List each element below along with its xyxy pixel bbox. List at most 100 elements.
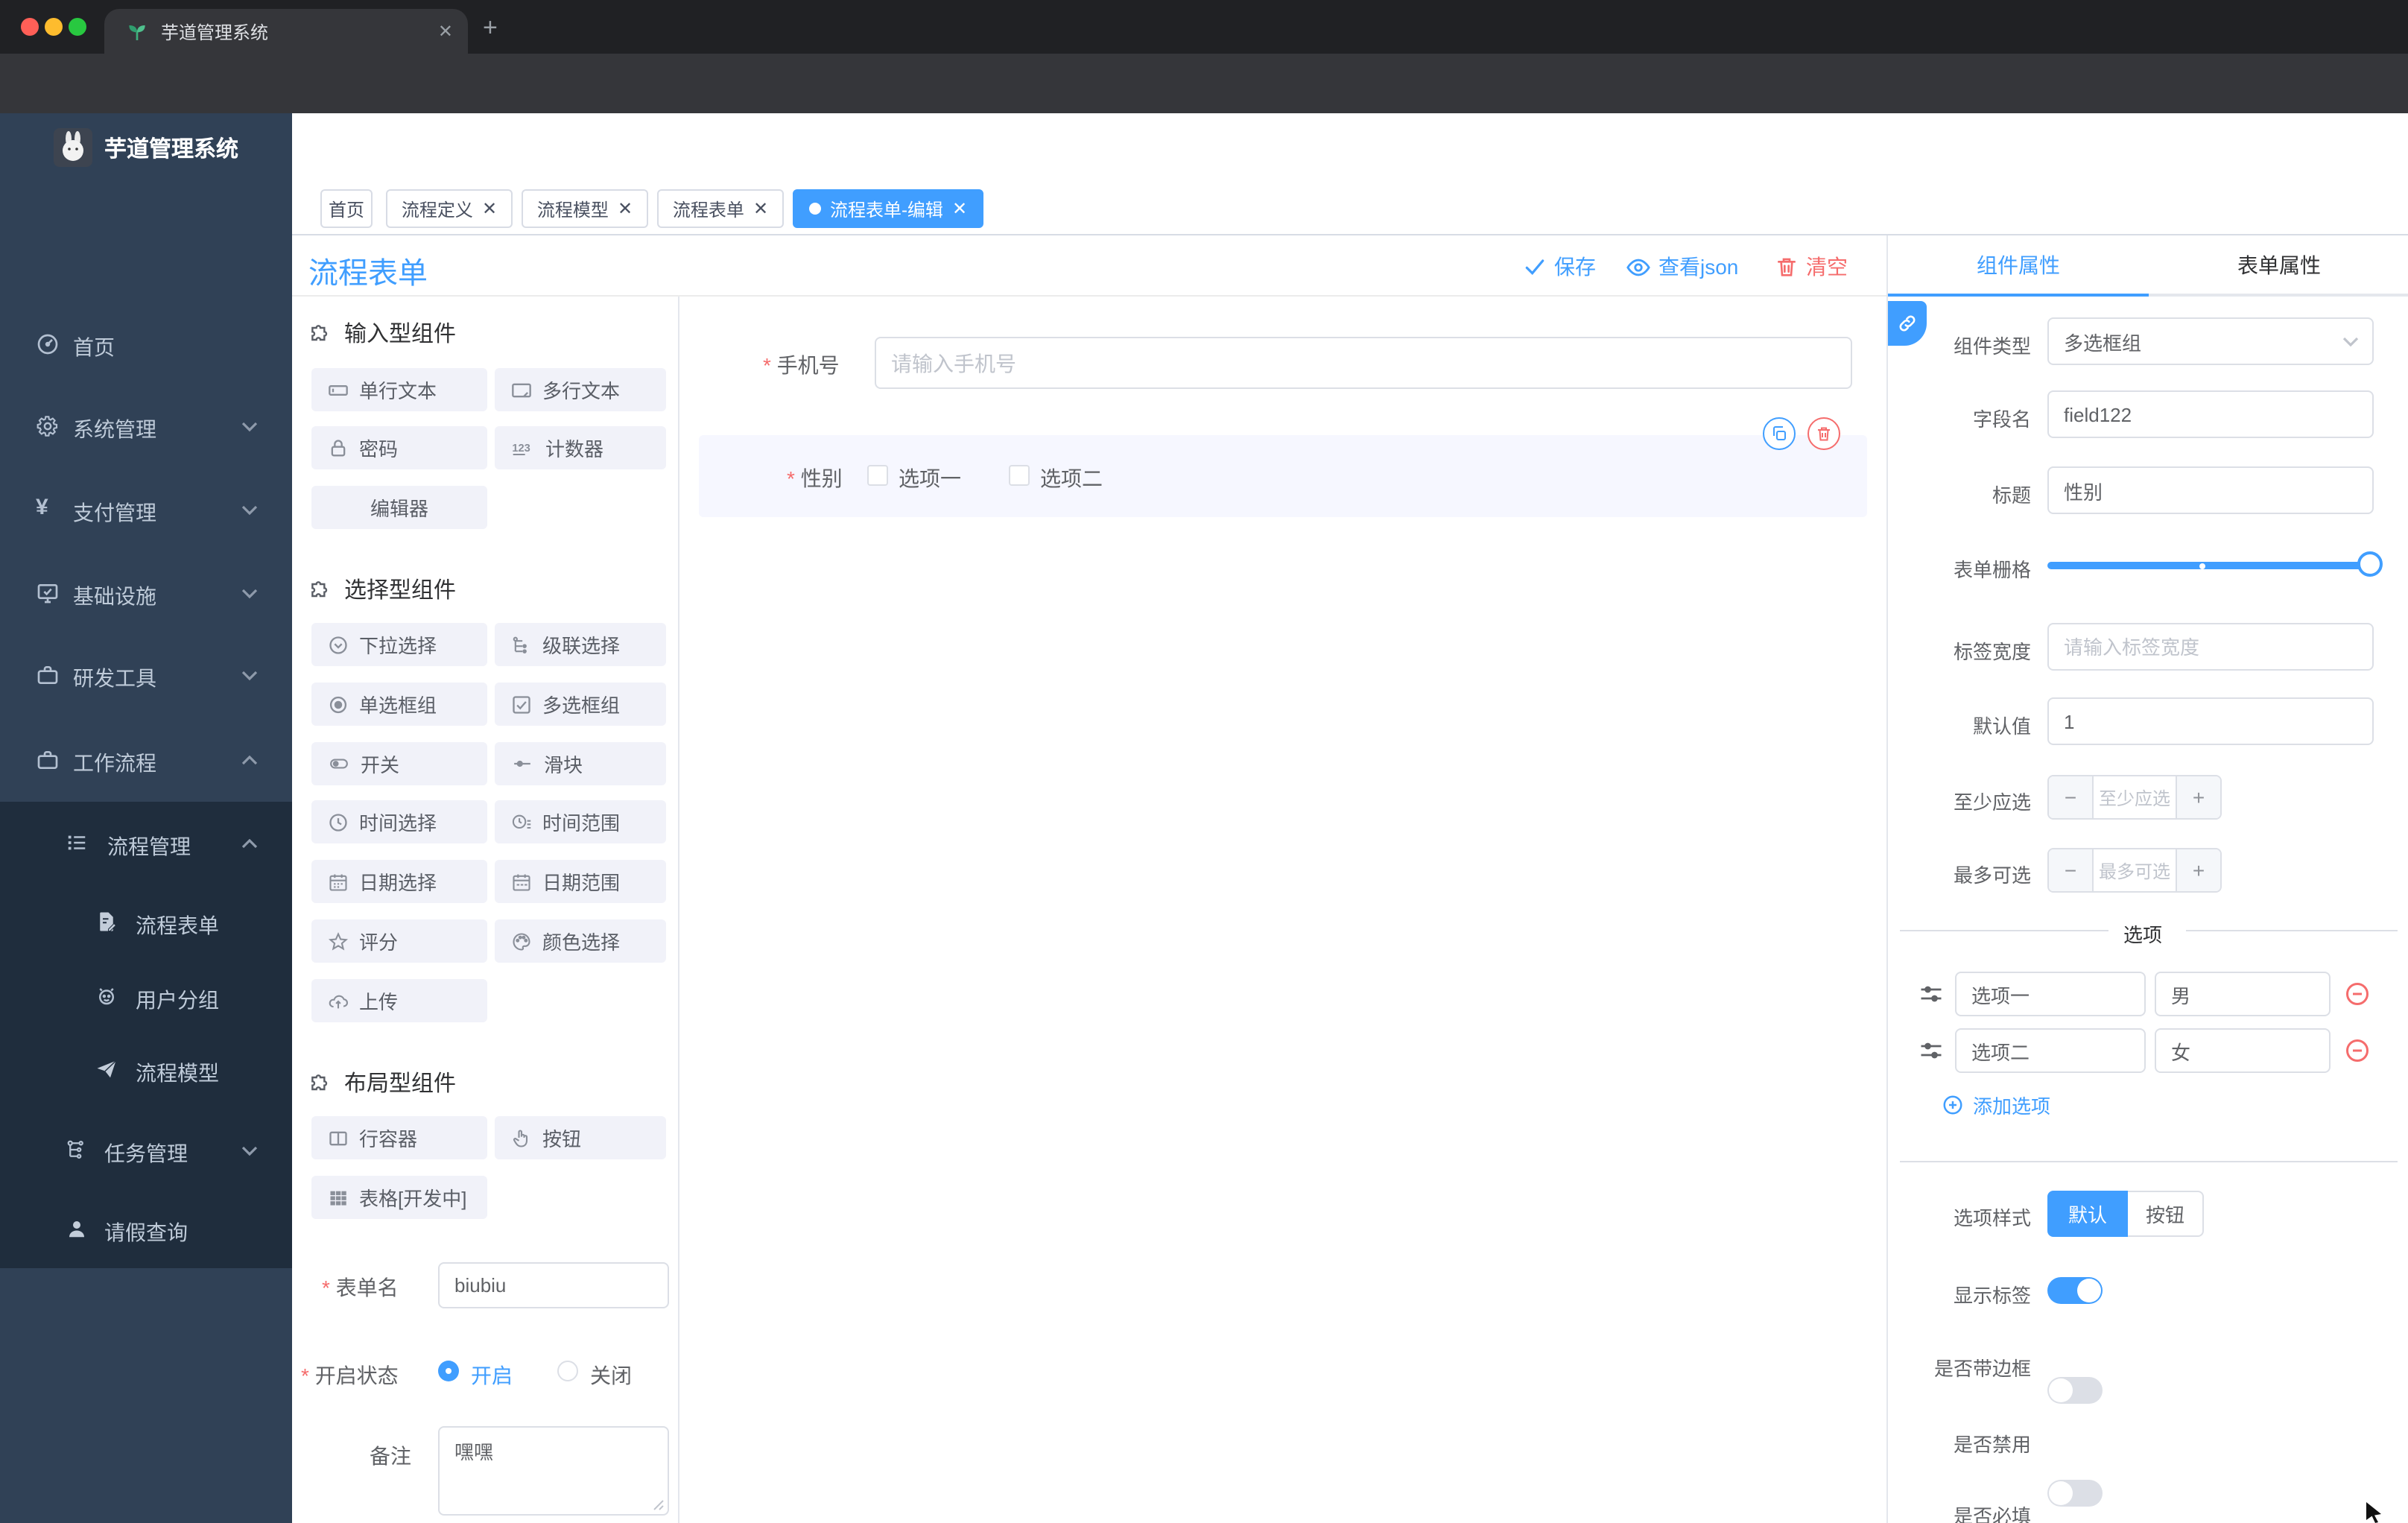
option-drag-handle[interactable] [1918,1037,1945,1064]
tab-close-icon[interactable]: ✕ [753,200,768,218]
gender-option-2-label[interactable]: 选项二 [1040,463,1103,493]
component-time-picker[interactable]: 时间选择 [311,800,487,843]
radio-on-label[interactable]: 开启 [471,1361,513,1390]
sidebar-item-system[interactable]: 系统管理 [0,389,292,463]
component-editor[interactable]: 编辑器 [311,486,487,529]
component-rate[interactable]: 评分 [311,919,487,963]
radio-on[interactable] [438,1361,459,1381]
sidebar-item-process-form[interactable]: 流程表单 [0,885,292,960]
sidebar-item-leave-query[interactable]: 请假查询 [0,1192,292,1267]
option-1-label-input[interactable] [1955,972,2146,1016]
route-tab-process-form[interactable]: 流程表单 ✕ [657,189,784,228]
save-button[interactable]: 保存 [1523,252,1596,282]
tab-form-props[interactable]: 表单属性 [2149,235,2408,294]
component-counter[interactable]: 123 计数器 [495,426,666,469]
add-option-button[interactable]: 添加选项 [1942,1091,2050,1119]
component-single-text[interactable]: 单行文本 [311,368,487,411]
option-2-label-input[interactable] [1955,1028,2146,1073]
component-slider[interactable]: 滑块 [495,742,666,785]
component-color-picker[interactable]: 颜色选择 [495,919,666,963]
default-value-field[interactable] [2047,697,2374,745]
component-multi-text[interactable]: 多行文本 [495,368,666,411]
option-2-label-field[interactable] [1955,1028,2146,1073]
form-canvas[interactable]: 手机号 性别 选项一 选项二 [679,297,1886,1523]
clear-button[interactable]: 清空 [1775,252,1848,282]
component-date-range[interactable]: 日期范围 [495,860,666,903]
route-tab-process-definition[interactable]: 流程定义 ✕ [386,189,513,228]
remove-option-2-button[interactable] [2344,1037,2371,1064]
max-select-stepper[interactable]: − 最多可选 + [2047,848,2222,893]
component-button[interactable]: 按钮 [495,1116,666,1159]
form-grid-slider[interactable] [2047,550,2383,580]
field-name-field[interactable] [2047,390,2374,438]
form-remark-textarea[interactable] [438,1426,669,1516]
option-2-value-field[interactable] [2155,1028,2331,1073]
sidebar-item-process-model[interactable]: 流程模型 [0,1033,292,1107]
sidebar-item-user-group[interactable]: 用户分组 [0,960,292,1034]
slider-handle[interactable] [2357,551,2383,577]
title-field[interactable] [2047,466,2374,514]
title-input[interactable] [2047,466,2374,514]
style-button-button[interactable]: 按钮 [2128,1191,2204,1237]
browser-tab[interactable]: 芋道管理系统 ✕ [104,9,468,54]
form-name-field[interactable] [438,1262,669,1308]
component-cascader[interactable]: 级联选择 [495,623,666,666]
component-upload[interactable]: 上传 [311,979,487,1022]
component-password[interactable]: 密码 [311,426,487,469]
minus-button[interactable]: − [2049,776,2092,818]
route-tab-home[interactable]: 首页 [320,189,373,228]
view-json-button[interactable]: 查看json [1626,252,1738,282]
gender-option-1-label[interactable]: 选项一 [899,463,961,493]
label-width-field[interactable] [2047,623,2374,671]
component-switch[interactable]: 开关 [311,742,487,785]
component-radio-group[interactable]: 单选框组 [311,683,487,726]
slider-track[interactable] [2047,562,2369,569]
option-1-value-field[interactable] [2155,972,2331,1016]
component-select[interactable]: 下拉选择 [311,623,487,666]
sidebar-item-process-mgmt[interactable]: 流程管理 [0,806,292,881]
route-tab-process-form-edit[interactable]: 流程表单-编辑 ✕ [793,189,983,228]
option-drag-handle[interactable] [1918,981,1945,1007]
component-date-picker[interactable]: 日期选择 [311,860,487,903]
show-label-switch[interactable] [2047,1277,2103,1304]
component-checkbox-group[interactable]: 多选框组 [495,683,666,726]
sidebar-item-task-mgmt[interactable]: 任务管理 [0,1113,292,1188]
route-tab-process-model[interactable]: 流程模型 ✕ [522,189,648,228]
sidebar-item-infra[interactable]: 基础设施 [0,556,292,630]
style-default-button[interactable]: 默认 [2047,1191,2128,1237]
gender-checkbox-1[interactable] [867,465,888,486]
component-table-dev[interactable]: 表格[开发中] [311,1176,487,1219]
phone-input[interactable] [875,337,1852,389]
component-row-container[interactable]: 行容器 [311,1116,487,1159]
component-time-range[interactable]: 时间范围 [495,800,666,843]
gender-checkbox-2[interactable] [1009,465,1030,486]
plus-button[interactable]: + [2177,849,2220,891]
copy-component-button[interactable] [1763,417,1796,450]
label-width-input[interactable] [2047,623,2374,671]
traffic-light-close[interactable] [21,18,39,36]
sidebar-item-workflow[interactable]: 工作流程 [0,723,292,797]
sidebar-item-home[interactable]: 首页 [0,307,292,381]
stepper-placeholder[interactable]: 至少应选 [2092,776,2177,818]
field-name-input[interactable] [2047,390,2374,438]
option-1-label-field[interactable] [1955,972,2146,1016]
default-value-input[interactable] [2047,697,2374,745]
sidebar-item-payment[interactable]: ¥ 支付管理 [0,472,292,547]
plus-button[interactable]: + [2177,776,2220,818]
border-switch[interactable] [2047,1377,2103,1404]
tab-component-props[interactable]: 组件属性 [1888,235,2149,294]
form-name-input[interactable] [438,1262,669,1308]
sidebar-item-devtools[interactable]: 研发工具 [0,638,292,712]
tab-close-icon[interactable]: ✕ [952,200,967,218]
phone-field[interactable] [875,337,1852,389]
option-2-value-input[interactable] [2155,1028,2331,1073]
min-select-stepper[interactable]: − 至少应选 + [2047,775,2222,820]
tab-close-icon[interactable]: ✕ [482,200,497,218]
selected-component-block[interactable]: 性别 选项一 选项二 [699,435,1867,517]
component-type-value[interactable] [2047,317,2374,365]
delete-component-button[interactable] [1807,417,1840,450]
radio-off-label[interactable]: 关闭 [590,1361,632,1390]
minus-button[interactable]: − [2049,849,2092,891]
traffic-light-zoom[interactable] [69,18,86,36]
form-remark-field[interactable] [438,1426,669,1516]
